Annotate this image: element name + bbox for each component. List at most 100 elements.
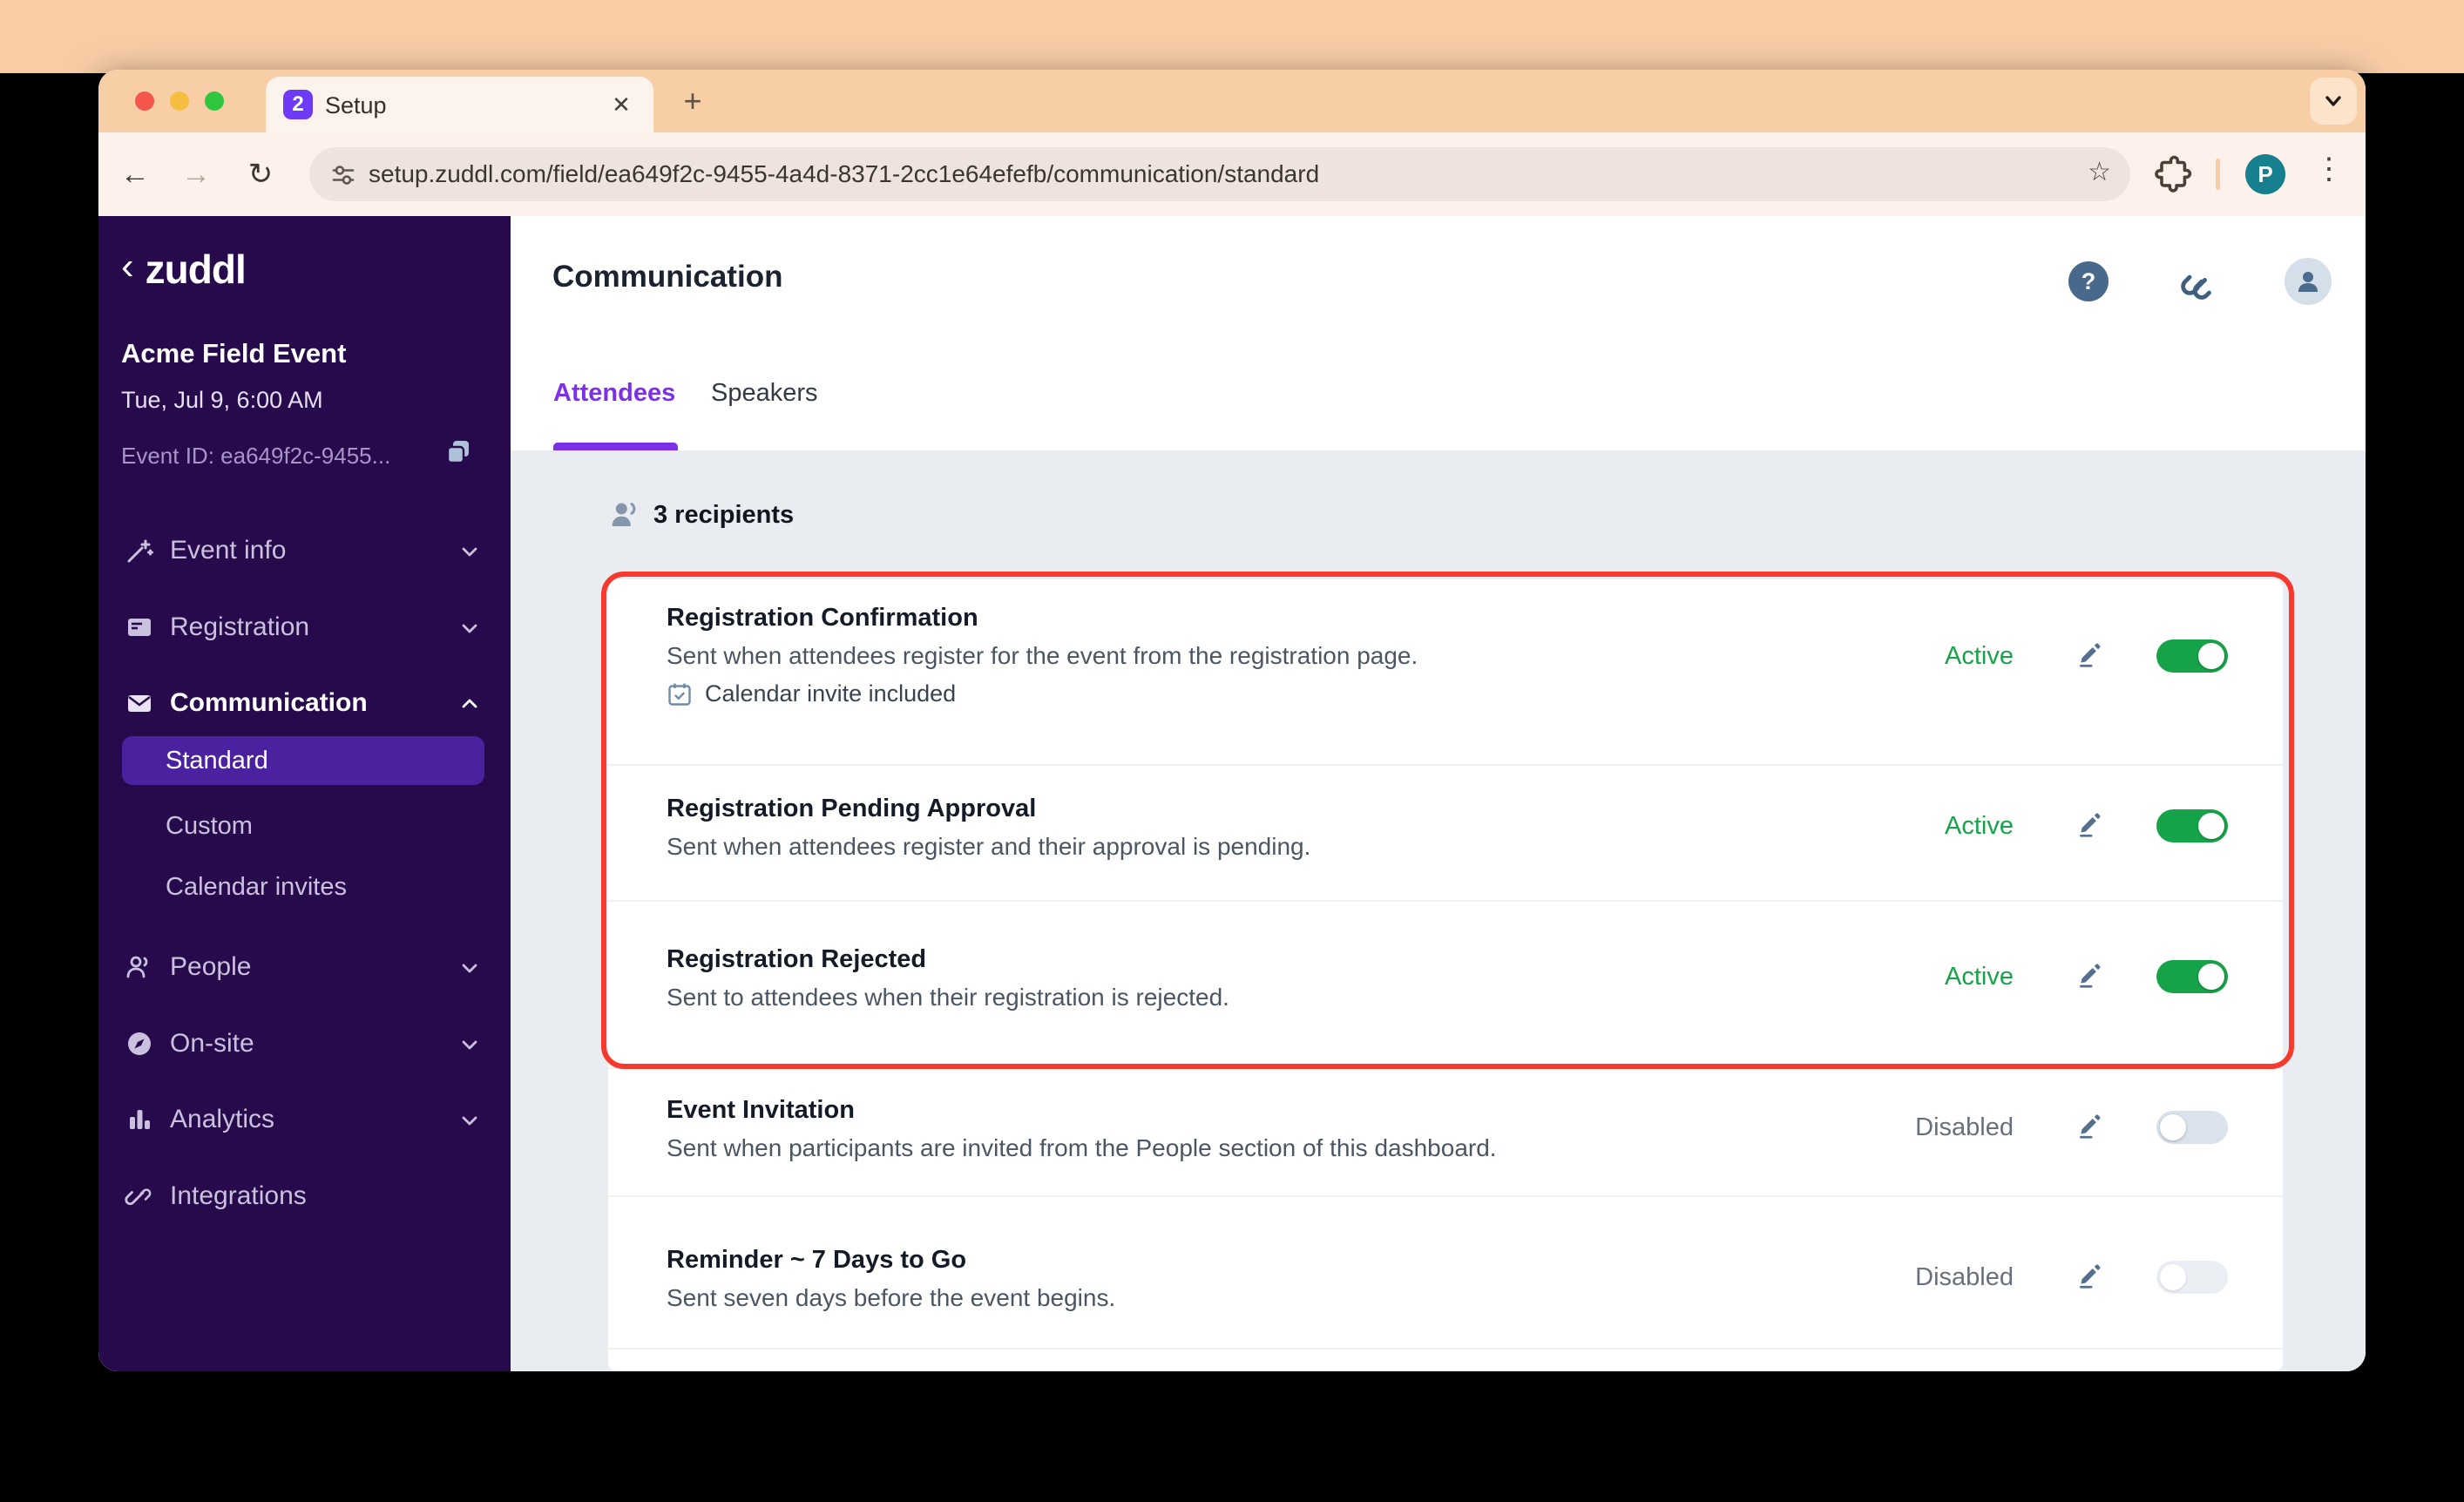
- sidebar-item-analytics[interactable]: Analytics: [98, 1095, 511, 1144]
- calendar-check-icon: [668, 683, 691, 706]
- active-tab-underline: [553, 443, 678, 450]
- email-toggle[interactable]: [2156, 1261, 2228, 1294]
- people-icon: [123, 952, 156, 982]
- window-close-button[interactable]: [135, 91, 154, 111]
- sidebar-subitem-custom[interactable]: Custom: [166, 812, 253, 841]
- copy-icon[interactable]: [443, 437, 473, 467]
- edit-pencil-icon[interactable]: [2075, 809, 2106, 840]
- chevron-down-icon: [458, 1033, 481, 1056]
- sidebar-subitem-label: Standard: [166, 746, 268, 775]
- sidebar-item-communication[interactable]: Communication: [98, 679, 511, 727]
- browser-toolbar: ← → ↻ setup.zuddl.com/field/ea649f2c-945…: [98, 132, 2366, 216]
- email-description: Sent to attendees when their registratio…: [667, 984, 1229, 1011]
- sidebar-subitem-calendar-invites[interactable]: Calendar invites: [166, 873, 347, 902]
- share-link-icon[interactable]: [2176, 261, 2224, 308]
- email-title: Reminder ~ 7 Days to Go: [667, 1246, 967, 1274]
- browser-profile-avatar[interactable]: P: [2245, 154, 2285, 194]
- zuddl-favicon: 2: [283, 90, 313, 119]
- email-title: Registration Rejected: [667, 945, 927, 973]
- reload-button[interactable]: ↻: [241, 155, 280, 193]
- edit-pencil-icon[interactable]: [2075, 959, 2106, 991]
- sidebar-item-label: Registration: [170, 612, 310, 641]
- logo-text: zuddl: [145, 247, 247, 292]
- email-row-registration-rejected: Registration Rejected Sent to attendees …: [608, 945, 2283, 1067]
- mail-icon: [123, 688, 156, 718]
- email-row-event-invitation: Event Invitation Sent when participants …: [608, 1096, 2283, 1195]
- person-icon: [2298, 272, 2318, 292]
- status-label: Active: [1945, 642, 2014, 670]
- status-label: Active: [1945, 812, 2014, 840]
- status-label: Disabled: [1915, 1113, 2014, 1141]
- row-divider: [608, 900, 2283, 902]
- email-title: Registration Confirmation: [667, 604, 978, 632]
- email-description: Sent when attendees register and their a…: [667, 833, 1311, 860]
- email-toggle[interactable]: [2156, 960, 2228, 993]
- chevron-down-icon: [458, 617, 481, 639]
- forward-button[interactable]: →: [177, 155, 215, 193]
- bookmark-star-icon[interactable]: ☆: [2088, 157, 2111, 187]
- registration-card-icon: [123, 612, 156, 642]
- chevron-down-icon: [458, 957, 481, 979]
- wand-icon: [123, 536, 156, 565]
- browser-tab[interactable]: 2 Setup ✕: [266, 77, 653, 132]
- main-panel: Communication ? Attendees Speakers 3 rec…: [511, 216, 2366, 1371]
- email-title: Registration Pending Approval: [667, 795, 1037, 822]
- tab-search-chevron-button[interactable]: [2310, 78, 2357, 125]
- edit-pencil-icon[interactable]: [2075, 639, 2106, 670]
- page-title: Communication: [552, 260, 783, 294]
- email-toggle[interactable]: [2156, 1111, 2228, 1144]
- toolbar-divider: [2216, 159, 2220, 190]
- back-chevron-icon[interactable]: ‹: [121, 245, 134, 288]
- tab-attendees[interactable]: Attendees: [553, 379, 675, 408]
- page-header: Communication ?: [511, 216, 2366, 344]
- url-text[interactable]: setup.zuddl.com/field/ea649f2c-9455-4a4d…: [369, 160, 1319, 188]
- back-button[interactable]: ←: [116, 155, 154, 193]
- window-minimize-button[interactable]: [170, 91, 189, 111]
- email-description: Sent when attendees register for the eve…: [667, 642, 1418, 669]
- toggle-knob: [2198, 964, 2224, 990]
- tab-close-icon[interactable]: ✕: [606, 90, 636, 119]
- user-avatar[interactable]: [2285, 258, 2332, 305]
- toggle-knob: [2198, 643, 2224, 669]
- email-description: Sent seven days before the event begins.: [667, 1284, 1116, 1311]
- sidebar-subitem-standard[interactable]: Standard: [122, 736, 484, 785]
- extensions-puzzle-icon[interactable]: [2151, 153, 2193, 195]
- chevron-down-icon: [458, 1109, 481, 1132]
- tab-title: Setup: [325, 92, 387, 118]
- tab-speakers[interactable]: Speakers: [711, 379, 818, 408]
- edit-pencil-icon[interactable]: [2075, 1260, 2106, 1291]
- email-row-reminder-7-days: Reminder ~ 7 Days to Go Sent seven days …: [608, 1246, 2283, 1348]
- toggle-knob: [2160, 1114, 2186, 1140]
- edit-pencil-icon[interactable]: [2075, 1110, 2106, 1141]
- sidebar-item-label: Integrations: [170, 1181, 307, 1210]
- content-area: 3 recipients Registration Confirmation S…: [511, 450, 2366, 1371]
- browser-menu-icon[interactable]: ⋮: [2314, 152, 2344, 186]
- event-datetime: Tue, Jul 9, 6:00 AM: [121, 387, 323, 413]
- sidebar-item-label: Communication: [170, 688, 368, 717]
- recipients-count: 3 recipients: [653, 501, 795, 529]
- toggle-knob: [2198, 813, 2224, 839]
- address-bar[interactable]: setup.zuddl.com/field/ea649f2c-9455-4a4d…: [309, 147, 2130, 201]
- row-divider: [608, 1348, 2283, 1350]
- bar-chart-icon: [123, 1105, 156, 1134]
- row-divider: [608, 1195, 2283, 1197]
- event-name: Acme Field Event: [121, 338, 347, 369]
- sidebar-item-label: People: [170, 952, 252, 981]
- site-info-icon[interactable]: [330, 162, 356, 188]
- sidebar-item-registration[interactable]: Registration: [98, 603, 511, 652]
- sidebar-item-on-site[interactable]: On-site: [98, 1019, 511, 1068]
- help-icon[interactable]: ?: [2068, 261, 2109, 301]
- email-toggle[interactable]: [2156, 809, 2228, 842]
- zuddl-logo[interactable]: ‹ zuddl: [121, 245, 247, 293]
- sidebar-item-people[interactable]: People: [98, 943, 511, 991]
- sidebar-item-event-info[interactable]: Event info: [98, 526, 511, 575]
- link-icon: [123, 1181, 156, 1211]
- email-row-registration-pending-approval: Registration Pending Approval Sent when …: [608, 795, 2283, 900]
- compass-icon: [123, 1029, 156, 1059]
- email-toggle[interactable]: [2156, 639, 2228, 673]
- sidebar-item-label: Analytics: [170, 1105, 275, 1133]
- recipients-people-icon: [612, 503, 636, 526]
- window-zoom-button[interactable]: [205, 91, 224, 111]
- new-tab-button[interactable]: +: [674, 82, 712, 120]
- sidebar-item-integrations[interactable]: Integrations: [98, 1172, 511, 1221]
